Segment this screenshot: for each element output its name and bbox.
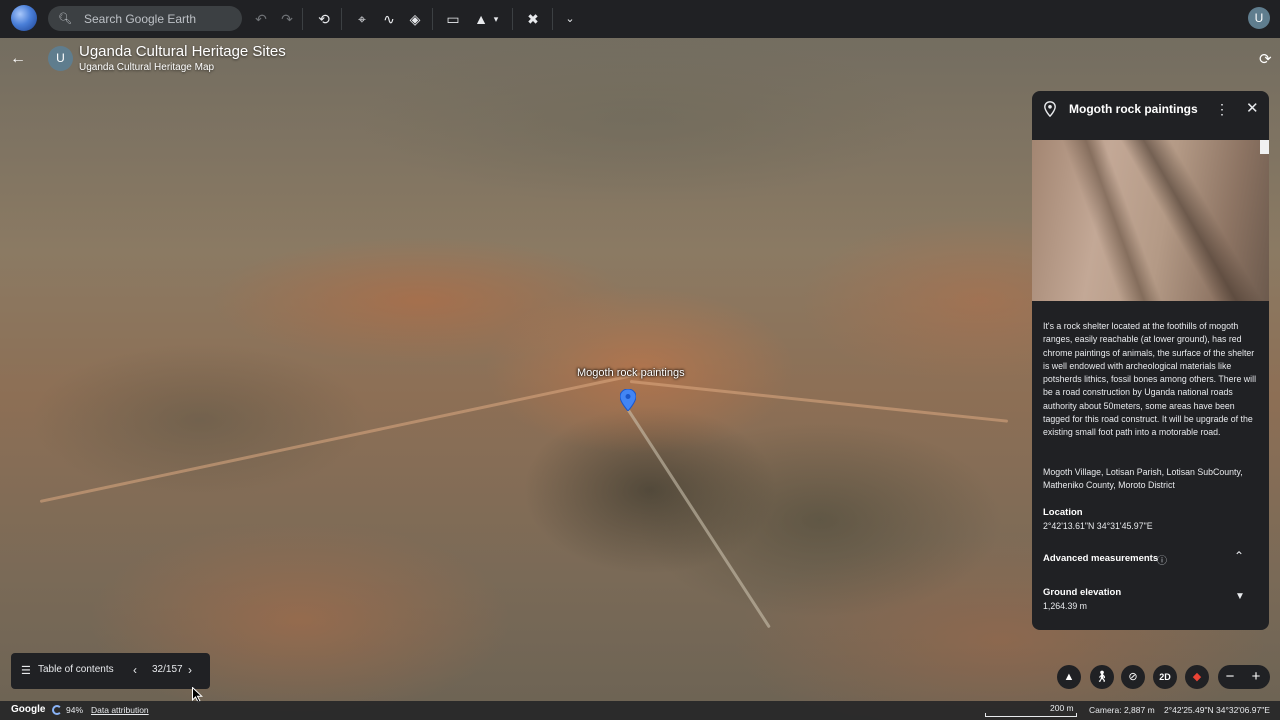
- chevron-up-icon[interactable]: ⌃: [1234, 549, 1244, 563]
- search-box[interactable]: 🔍︎ Search Google Earth: [48, 6, 242, 31]
- toolbar-divider: [302, 8, 303, 30]
- advanced-measurements-label[interactable]: Advanced measurements: [1043, 553, 1158, 564]
- zoom-controls: − +: [1218, 665, 1270, 689]
- tools-icon[interactable]: ✖: [523, 9, 543, 29]
- location-value: 2°42'13.61"N 34°31'45.97"E: [1043, 521, 1153, 531]
- dirt-road: [629, 380, 1009, 423]
- panel-header: Mogoth rock paintings ⋮ ✕: [1032, 91, 1269, 129]
- location-pin-icon: [1044, 101, 1056, 117]
- dirt-road: [626, 408, 771, 629]
- status-bar: [0, 701, 1280, 720]
- measure-icon[interactable]: ▭: [443, 9, 463, 29]
- search-input[interactable]: Search Google Earth: [84, 12, 196, 26]
- chevron-right-icon[interactable]: ›: [188, 663, 192, 677]
- toolbar-divider: [432, 8, 433, 30]
- redo-icon[interactable]: ↷: [277, 9, 297, 29]
- table-of-contents-button[interactable]: Table of contents: [38, 664, 114, 675]
- loading-percent: 94%: [66, 705, 84, 715]
- project-avatar: U: [48, 46, 73, 71]
- ground-elevation-value: 1,264.39 m: [1043, 601, 1088, 611]
- rock-painting-photo[interactable]: [1032, 140, 1269, 301]
- scale-label: 200 m: [1050, 703, 1074, 713]
- close-icon[interactable]: ✕: [1246, 99, 1259, 117]
- search-icon: 🔍︎: [58, 13, 72, 25]
- toc-position: 32/157: [152, 664, 183, 675]
- chevron-left-icon[interactable]: ‹: [133, 663, 137, 677]
- photo-edge: [1260, 140, 1269, 154]
- google-earth-logo-icon[interactable]: [11, 5, 37, 31]
- compass-icon[interactable]: ◆: [1185, 665, 1209, 689]
- back-arrow-icon[interactable]: ←: [10, 50, 28, 68]
- cursor-coordinates: 2°42'25.49"N 34°32'06.97"E: [1164, 705, 1270, 715]
- panel-title: Mogoth rock paintings: [1069, 102, 1198, 116]
- data-attribution-link[interactable]: Data attribution: [91, 705, 149, 715]
- dirt-road: [39, 366, 667, 503]
- history-icon[interactable]: ⟲: [314, 9, 334, 29]
- placemark-address: Mogoth Village, Lotisan Parish, Lotisan …: [1043, 467, 1243, 491]
- top-toolbar: 🔍︎ Search Google Earth ↶ ↷ ⟲ ⌖ ∿ ◈ ▭ ▲ ▾…: [0, 0, 1280, 38]
- project-title: Uganda Cultural Heritage Sites: [79, 43, 286, 60]
- placemark-label[interactable]: Mogoth rock paintings: [577, 367, 685, 379]
- toolbar-divider: [512, 8, 513, 30]
- info-icon[interactable]: ⓘ: [1157, 552, 1167, 567]
- zoom-out-button[interactable]: −: [1220, 667, 1240, 687]
- ground-elevation-label: Ground elevation: [1043, 587, 1122, 598]
- placemark-info-panel: Mogoth rock paintings ⋮ ✕ It's a rock sh…: [1032, 91, 1269, 630]
- google-logo: Google: [11, 704, 46, 715]
- loading-spinner-icon: [52, 705, 62, 715]
- list-icon[interactable]: ☰: [21, 664, 31, 677]
- pegman-street-view-button[interactable]: 🚶︎: [1090, 665, 1114, 689]
- user-avatar[interactable]: U: [1248, 7, 1270, 29]
- table-of-contents-bar: ☰ Table of contents ‹ 32/157 ›: [11, 653, 210, 689]
- compass-north-button[interactable]: ▲: [1057, 665, 1081, 689]
- toolbar-divider: [552, 8, 553, 30]
- toolbar-divider: [341, 8, 342, 30]
- chevron-down-icon[interactable]: ▾: [486, 9, 506, 29]
- undo-icon[interactable]: ↶: [251, 9, 271, 29]
- path-icon[interactable]: ∿: [379, 9, 399, 29]
- placemark-description: It's a rock shelter located at the footh…: [1043, 321, 1257, 438]
- placemark-icon[interactable]: ⌖: [352, 9, 372, 29]
- placemark-pin-icon[interactable]: [620, 389, 636, 411]
- more-vert-icon[interactable]: ⋮: [1215, 101, 1229, 118]
- scale-bar[interactable]: [985, 713, 1077, 717]
- view-2d-button[interactable]: 2D: [1153, 665, 1177, 689]
- chevron-down-icon[interactable]: ▼: [1235, 591, 1245, 602]
- expand-icon[interactable]: ⌄: [560, 9, 580, 29]
- location-label: Location: [1043, 507, 1083, 518]
- camera-altitude: Camera: 2,887 m: [1089, 705, 1155, 715]
- zoom-in-button[interactable]: +: [1246, 667, 1266, 687]
- layers-icon[interactable]: ◈: [405, 9, 425, 29]
- refresh-icon[interactable]: ⟳: [1259, 50, 1272, 68]
- project-subtitle: Uganda Cultural Heritage Map: [79, 62, 215, 73]
- disable-3d-button[interactable]: ⊘: [1121, 665, 1145, 689]
